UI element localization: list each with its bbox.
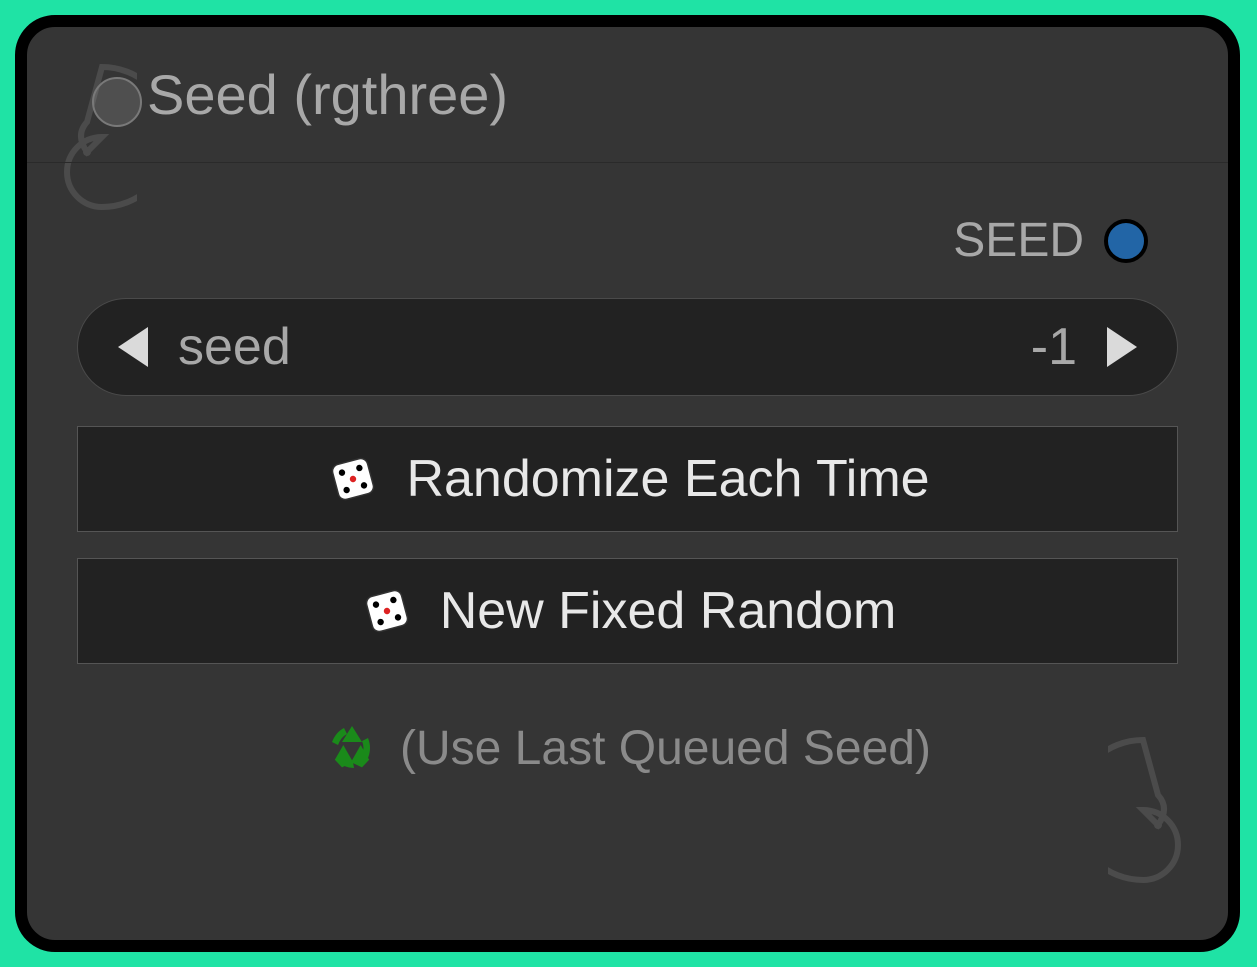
seed-node: Seed (rgthree) SEED seed -1	[15, 15, 1240, 952]
node-header[interactable]: Seed (rgthree)	[27, 27, 1228, 163]
node-body: SEED seed -1	[27, 163, 1228, 826]
seed-number-widget[interactable]: seed -1	[77, 298, 1178, 396]
new-fixed-random-button[interactable]: New Fixed Random	[77, 558, 1178, 664]
randomize-each-time-button[interactable]: Randomize Each Time	[77, 426, 1178, 532]
chevron-left-icon	[118, 327, 148, 367]
node-title: Seed (rgthree)	[147, 62, 1188, 127]
seed-field-label: seed	[178, 317, 291, 377]
output-label: SEED	[953, 213, 1084, 268]
collapse-toggle-icon[interactable]	[92, 77, 142, 127]
recycle-icon	[324, 720, 380, 776]
randomize-button-label: Randomize Each Time	[406, 449, 929, 509]
output-row: SEED	[77, 183, 1178, 298]
seed-decrement-button[interactable]	[118, 327, 148, 367]
use-last-queued-seed-button[interactable]: (Use Last Queued Seed)	[77, 690, 1178, 796]
dice-icon	[325, 451, 381, 507]
chevron-right-icon	[1107, 327, 1137, 367]
seed-field-value[interactable]: -1	[1031, 317, 1077, 377]
use-last-button-label: (Use Last Queued Seed)	[400, 721, 931, 776]
decorative-swirl-icon	[1108, 730, 1238, 910]
output-port-seed[interactable]	[1104, 219, 1148, 263]
seed-increment-button[interactable]	[1107, 327, 1137, 367]
dice-icon	[359, 583, 415, 639]
new-fixed-button-label: New Fixed Random	[440, 581, 897, 641]
